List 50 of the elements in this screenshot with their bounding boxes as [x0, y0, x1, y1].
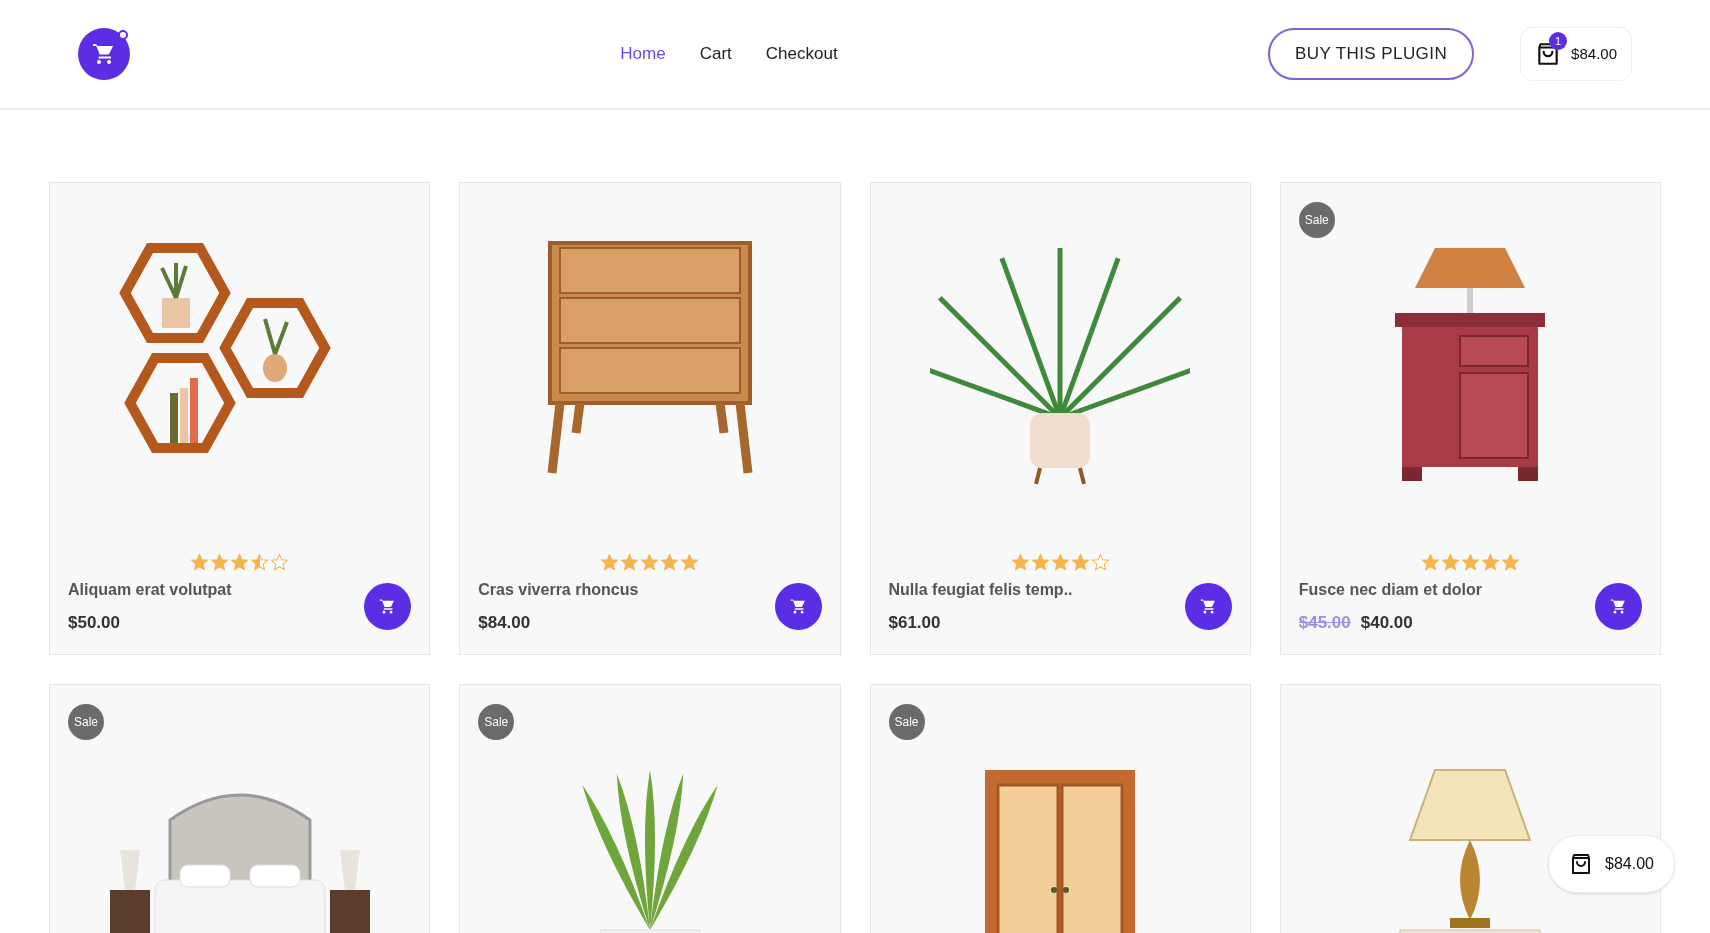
product-price: $61.00 — [888, 612, 941, 634]
sale-badge: Sale — [478, 704, 515, 740]
star-icon — [1440, 553, 1460, 572]
star-icon — [640, 553, 660, 572]
cart-icon — [789, 598, 807, 616]
cart-count-badge: 1 — [1549, 32, 1568, 50]
star-icon — [600, 553, 620, 572]
shopping-bag-icon — [1569, 852, 1593, 876]
product-name[interactable]: Fusce nec diam et dolor — [1298, 578, 1482, 602]
product-name[interactable]: Nulla feugiat felis temp.. — [888, 578, 1073, 602]
star-icon — [1070, 553, 1090, 572]
cart-total: $84.00 — [1571, 43, 1617, 64]
star-icon — [190, 553, 210, 572]
star-icon — [1030, 553, 1050, 572]
star-icon — [1460, 553, 1480, 572]
star-icon — [1050, 553, 1070, 572]
star-icon — [210, 553, 230, 572]
cart-icon — [379, 598, 397, 616]
star-icon — [1480, 553, 1500, 572]
star-icon — [230, 553, 250, 572]
star-icon — [620, 553, 640, 572]
nav-link[interactable]: Checkout — [765, 41, 838, 67]
star-icon — [1420, 553, 1440, 572]
nav-link[interactable]: Cart — [699, 41, 732, 67]
star-icon — [270, 553, 290, 572]
add-to-cart-button[interactable] — [1595, 583, 1642, 631]
star-icon — [1500, 553, 1520, 572]
sale-badge: Sale — [68, 704, 104, 740]
cart-summary[interactable]: 1 $84.00 — [1520, 27, 1632, 81]
star-icon — [1090, 553, 1110, 572]
sale-badge: Sale — [888, 704, 925, 740]
nav-link[interactable]: Home — [620, 41, 666, 67]
product-price: $40.00 — [1360, 612, 1413, 634]
old-price: $45.00 — [1298, 612, 1351, 634]
floating-cart-button[interactable]: $84.00 — [1548, 835, 1675, 893]
star-icon — [660, 553, 680, 572]
product-price: $50.00 — [68, 612, 120, 634]
cart-icon — [1199, 598, 1217, 616]
buy-plugin-button[interactable]: BUY THIS PLUGIN — [1267, 28, 1475, 80]
logo[interactable] — [78, 28, 130, 80]
product-name[interactable]: Aliquam erat volutpat — [68, 578, 232, 602]
star-icon — [680, 553, 700, 572]
cart-icon — [92, 42, 116, 66]
product-name[interactable]: Cras viverra rhoncus — [478, 578, 639, 602]
sale-badge: Sale — [1298, 202, 1335, 238]
cart-total: $84.00 — [1605, 854, 1654, 874]
star-icon — [250, 553, 270, 572]
star-icon — [1010, 553, 1030, 572]
product-price: $84.00 — [478, 612, 531, 634]
cart-icon — [1610, 598, 1627, 616]
